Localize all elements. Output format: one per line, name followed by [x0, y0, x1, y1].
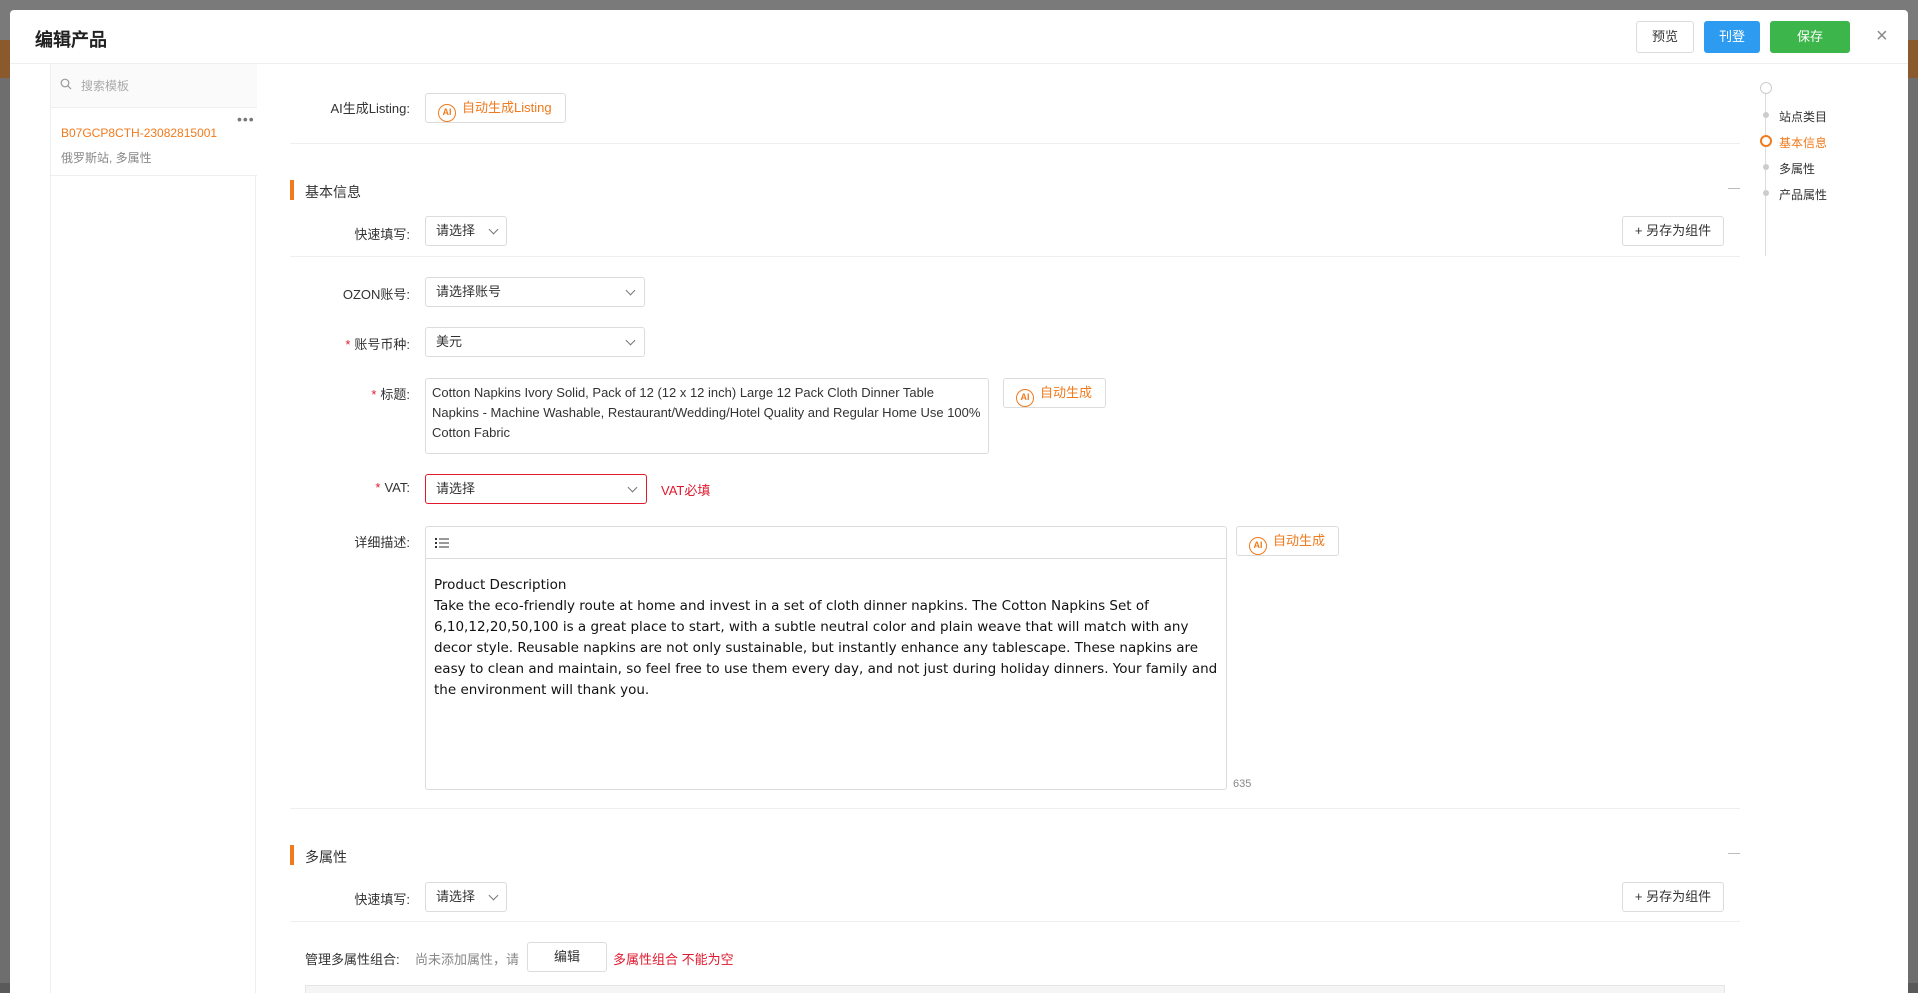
- ozon-account-select[interactable]: 请选择账号: [425, 277, 645, 307]
- auto-generate-description-button[interactable]: AI 自动生成: [1236, 526, 1339, 556]
- save-as-component-button[interactable]: + 另存为组件: [1622, 216, 1724, 246]
- ai-listing-label: AI生成Listing:: [330, 101, 410, 116]
- quick-fill-value: 请选择: [436, 889, 476, 904]
- auto-generate-listing-button[interactable]: AI 自动生成Listing: [425, 93, 566, 123]
- title-label-text: 标题:: [380, 387, 410, 402]
- ai-icon: AI: [438, 104, 456, 122]
- anchor-label[interactable]: 多属性: [1779, 160, 1815, 177]
- vat-error-text: VAT必填: [661, 483, 711, 498]
- chevron-down-icon: [627, 482, 638, 493]
- vat-label: * VAT:: [375, 480, 410, 495]
- quick-fill-value: 请选择: [436, 223, 476, 238]
- save-button[interactable]: 保存: [1770, 21, 1850, 53]
- currency-label-text: 账号币种:: [354, 337, 410, 352]
- edit-variants-button[interactable]: 编辑: [527, 942, 607, 972]
- editor-toolbar: [426, 527, 1226, 559]
- preview-button[interactable]: 预览: [1636, 21, 1694, 53]
- description-heading: Product Description: [434, 577, 567, 593]
- anchor-label[interactable]: 产品属性: [1779, 186, 1827, 203]
- description-editor[interactable]: Product Description Take the eco-friendl…: [425, 526, 1227, 790]
- divider: [290, 143, 1740, 144]
- list-icon[interactable]: [435, 537, 449, 549]
- chevron-down-icon: [625, 285, 636, 296]
- anchor-item-site-category[interactable]: 站点类目: [1760, 107, 1880, 125]
- template-search-input[interactable]: [81, 72, 251, 100]
- variants-section-header: 多属性: [280, 845, 1740, 865]
- ozon-account-value: 请选择账号: [436, 284, 502, 299]
- template-list-item[interactable]: ••• B07GCP8CTH-23082815001 俄罗斯站, 多属性: [51, 108, 257, 176]
- description-body: Take the eco-friendly route at home and …: [434, 598, 1218, 698]
- currency-select[interactable]: 美元: [425, 327, 645, 357]
- variants-error-text: 多属性组合 不能为空: [613, 952, 734, 967]
- divider: [290, 256, 1740, 257]
- anchor-dot: [1763, 164, 1769, 170]
- description-label: 详细描述:: [354, 535, 410, 550]
- vat-label-text: VAT:: [384, 480, 410, 495]
- more-options-icon[interactable]: •••: [237, 112, 255, 126]
- divider: [290, 808, 1740, 809]
- quick-fill-label: 快速填写:: [354, 227, 410, 242]
- chevron-down-icon: [488, 890, 499, 901]
- quick-fill-select[interactable]: 请选择: [425, 216, 507, 246]
- ozon-account-label: OZON账号:: [342, 287, 410, 302]
- auto-generate-listing-label: 自动生成Listing: [462, 100, 552, 115]
- anchor-dot-active: [1760, 135, 1772, 147]
- quick-fill-label: 快速填写:: [354, 892, 410, 907]
- manage-variants-label: 管理多属性组合:: [305, 952, 400, 967]
- template-panel: ••• B07GCP8CTH-23082815001 俄罗斯站, 多属性: [50, 64, 257, 993]
- product-form: AI生成Listing: AI 自动生成Listing 基本信息 快速填写: 请选…: [280, 64, 1740, 993]
- section-accent-bar: [290, 180, 294, 200]
- modal-title: 编辑产品: [35, 30, 107, 50]
- title-label: * 标题:: [371, 387, 410, 402]
- currency-label: * 账号币种:: [345, 337, 410, 352]
- variants-table-header: [305, 985, 1725, 993]
- anchor-nav: 站点类目 基本信息 多属性 产品属性: [1760, 80, 1880, 260]
- divider: [290, 921, 1740, 922]
- chevron-down-icon: [625, 335, 636, 346]
- anchor-item-variants[interactable]: 多属性: [1760, 159, 1880, 177]
- anchor-top-circle: [1760, 82, 1772, 94]
- collapse-icon[interactable]: [1728, 853, 1740, 854]
- description-content[interactable]: Product Description Take the eco-friendl…: [434, 575, 1220, 701]
- anchor-label[interactable]: 基本信息: [1779, 134, 1827, 151]
- edit-product-modal: 编辑产品 预览 刊登 保存 × ••• B07GCP8CTH-230828150…: [10, 10, 1908, 993]
- anchor-dot: [1763, 112, 1769, 118]
- vat-select[interactable]: 请选择: [425, 474, 647, 504]
- title-textarea[interactable]: Cotton Napkins Ivory Solid, Pack of 12 (…: [425, 378, 989, 454]
- description-char-count: 635: [1233, 778, 1252, 790]
- save-as-component-button[interactable]: + 另存为组件: [1622, 882, 1724, 912]
- template-name[interactable]: B07GCP8CTH-23082815001: [61, 126, 217, 140]
- modal-header: 编辑产品 预览 刊登 保存 ×: [10, 10, 1908, 64]
- template-search: [51, 64, 257, 108]
- close-icon[interactable]: ×: [1876, 26, 1888, 46]
- auto-generate-description-label: 自动生成: [1273, 533, 1326, 548]
- auto-generate-title-label: 自动生成: [1040, 385, 1093, 400]
- currency-value: 美元: [436, 334, 463, 349]
- anchor-label[interactable]: 站点类目: [1779, 108, 1827, 125]
- variants-title: 多属性: [305, 849, 347, 865]
- collapse-icon[interactable]: [1728, 188, 1740, 189]
- basic-info-section-header: 基本信息: [280, 180, 1740, 200]
- ai-icon: AI: [1249, 537, 1267, 555]
- anchor-dot: [1763, 190, 1769, 196]
- anchor-item-basic-info[interactable]: 基本信息: [1760, 133, 1880, 151]
- ai-icon: AI: [1016, 389, 1034, 407]
- variants-quick-fill-select[interactable]: 请选择: [425, 882, 507, 912]
- anchor-item-product-attributes[interactable]: 产品属性: [1760, 185, 1880, 203]
- vat-value: 请选择: [436, 481, 476, 496]
- section-accent-bar: [290, 845, 294, 865]
- publish-button[interactable]: 刊登: [1704, 21, 1760, 53]
- search-icon: [60, 78, 72, 90]
- manage-variants-hint: 尚未添加属性，请: [415, 952, 520, 967]
- template-subtitle: 俄罗斯站, 多属性: [61, 151, 152, 165]
- basic-info-title: 基本信息: [305, 184, 361, 200]
- chevron-down-icon: [488, 224, 499, 235]
- auto-generate-title-button[interactable]: AI 自动生成: [1003, 378, 1106, 408]
